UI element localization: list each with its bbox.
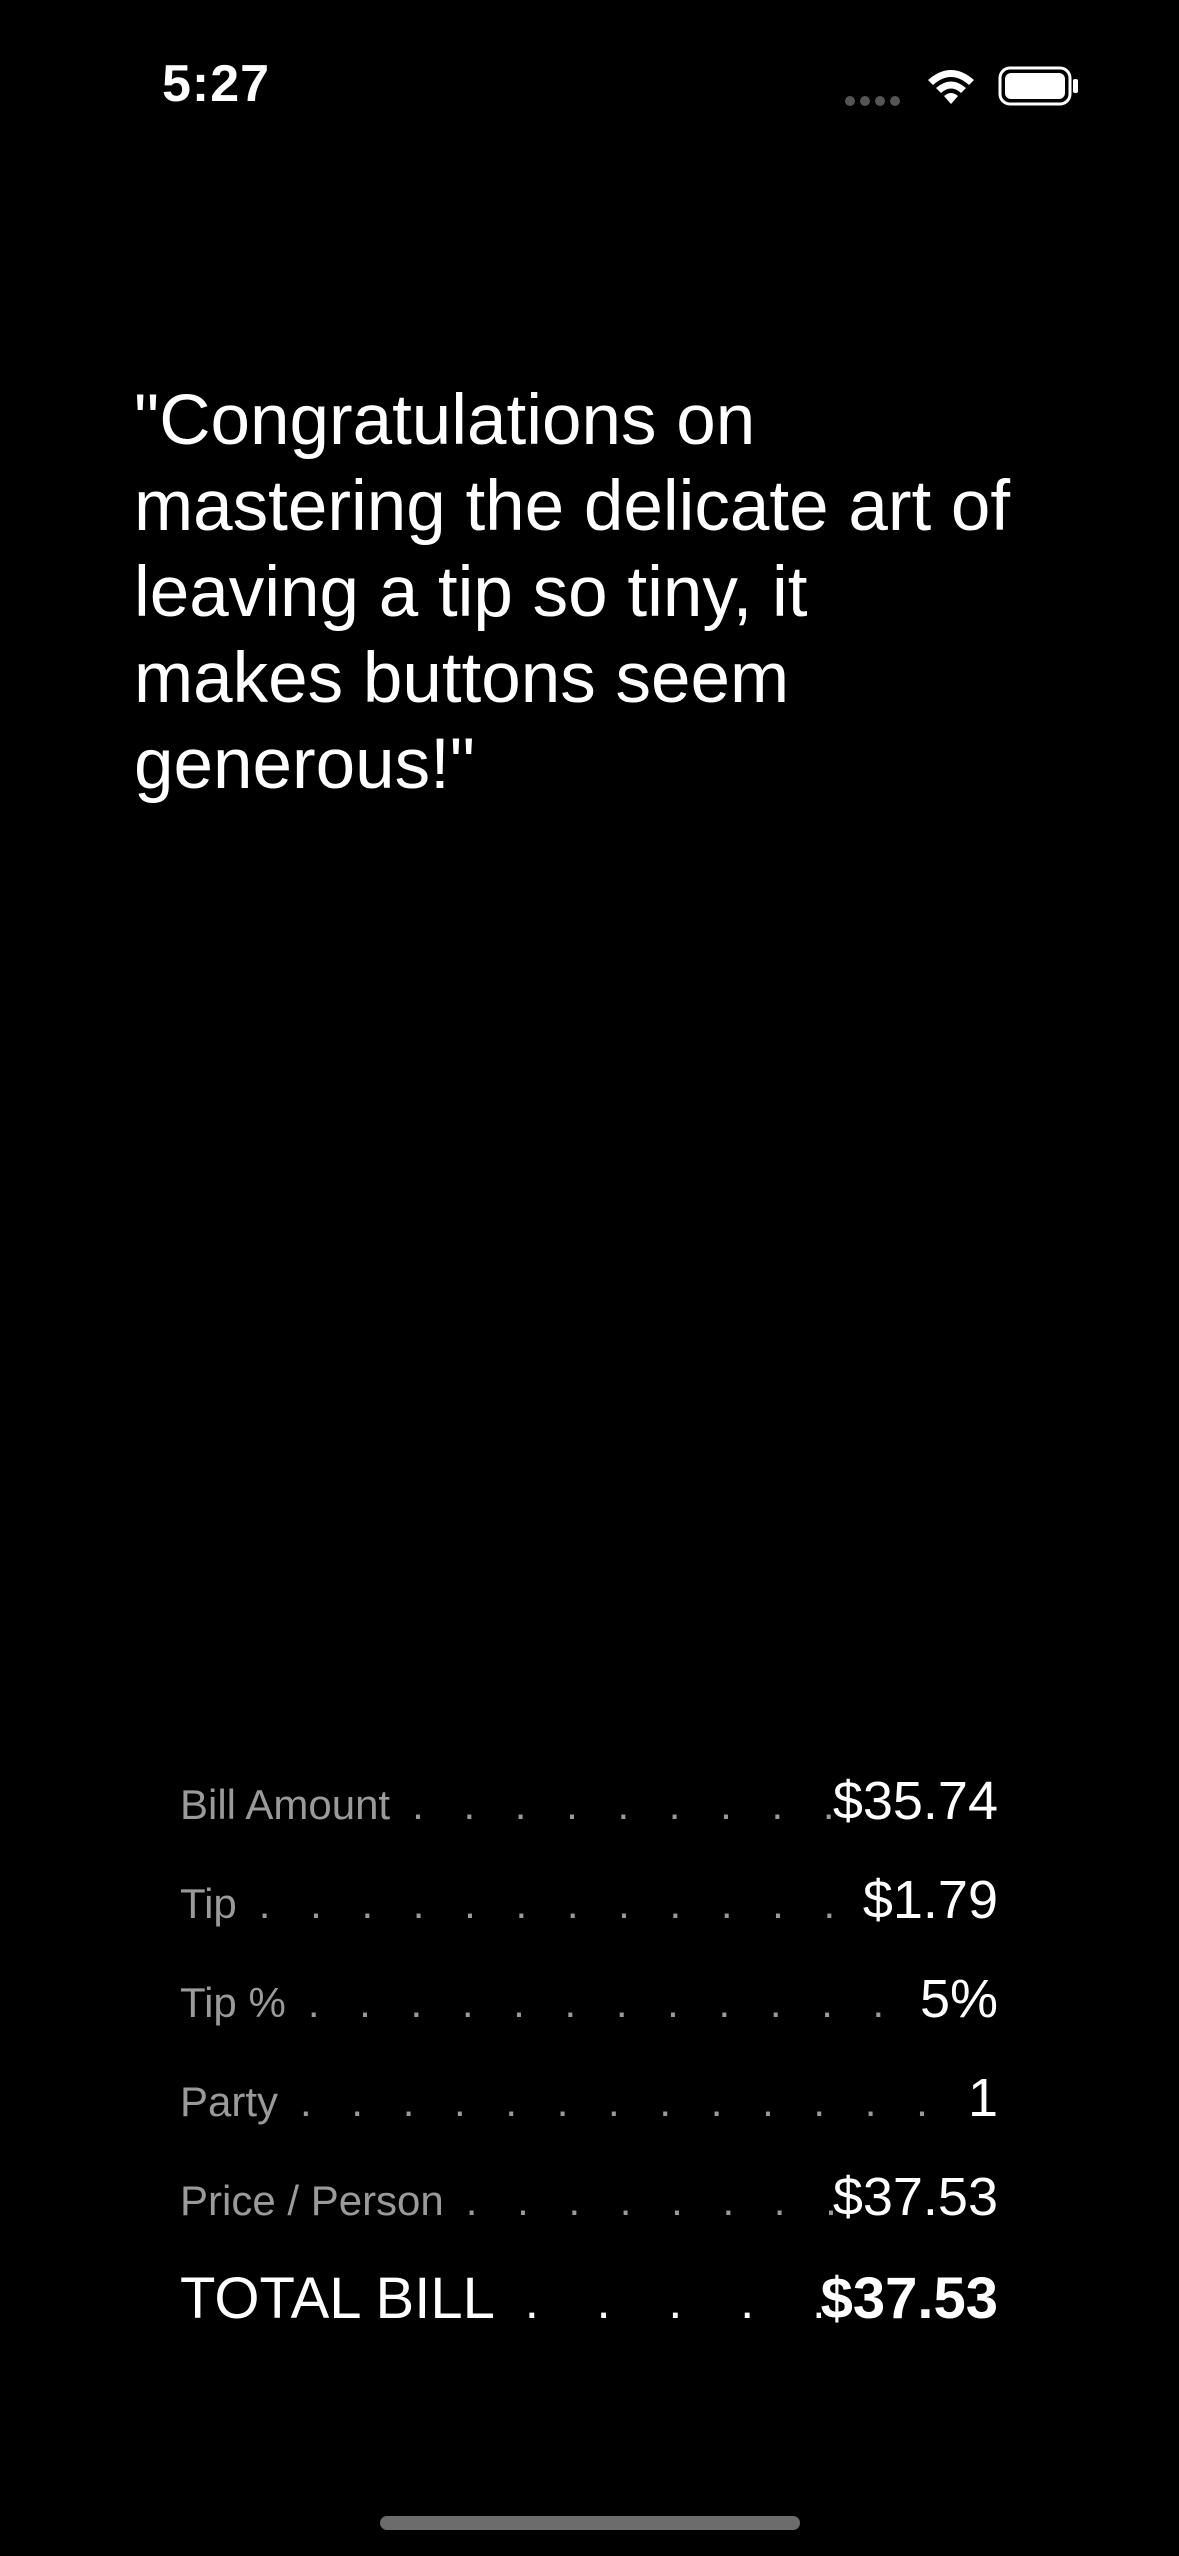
leader-dots: . . . . . . . . . . . . . . . . . . . . … [300,2078,968,2125]
tip-row: Tip . . . . . . . . . . . . . . . . . . … [180,1869,998,1968]
party-value: 1 [967,2068,998,2128]
tip-percent-row: Tip % . . . . . . . . . . . . . . . . . … [180,1968,998,2067]
status-time: 5:27 [162,55,271,113]
leader-dots: . . . . . . . . . . . . . . . . . . . . … [465,2177,833,2224]
price-per-person-row: Price / Person . . . . . . . . . . . . .… [180,2166,998,2265]
leader-dots: . . . . . . . . . . . . . . . . . . . . … [524,2273,821,2329]
leader-dots: . . . . . . . . . . . . . . . . . . . . … [258,1880,863,1927]
battery-icon [998,66,1078,106]
wifi-icon [928,70,974,104]
price-per-person-value: $37.53 [832,2167,998,2227]
leader-dots: . . . . . . . . . . . . . . . . . . . . … [412,1781,833,1828]
tip-percent-value: 5% [919,1969,998,2029]
tip-label: Tip [180,1880,237,1927]
party-label: Party [180,2078,279,2125]
total-bill-row: TOTAL BILL . . . . . . . . . . . . . . .… [180,2265,998,2364]
total-bill-value: $37.53 [820,2266,998,2331]
tip-value: $1.79 [862,1870,998,1930]
bill-amount-row: Bill Amount . . . . . . . . . . . . . . … [180,1770,998,1869]
cellular-signal-icon [845,96,905,106]
total-bill-label: TOTAL BILL [180,2266,495,2331]
bill-amount-label: Bill Amount [180,1781,391,1828]
bill-summary: Bill Amount . . . . . . . . . . . . . . … [180,1770,998,2364]
price-per-person-label: Price / Person [180,2177,444,2224]
roast-message: "Congratulations on mastering the delica… [134,381,1011,804]
home-indicator[interactable] [380,2516,800,2530]
tip-percent-label: Tip % [180,1979,286,2026]
bill-amount-value: $35.74 [832,1771,998,1831]
party-row: Party . . . . . . . . . . . . . . . . . … [180,2067,998,2166]
leader-dots: . . . . . . . . . . . . . . . . . . . . … [307,1979,920,2026]
status-bar: 5:27 [0,0,1179,170]
